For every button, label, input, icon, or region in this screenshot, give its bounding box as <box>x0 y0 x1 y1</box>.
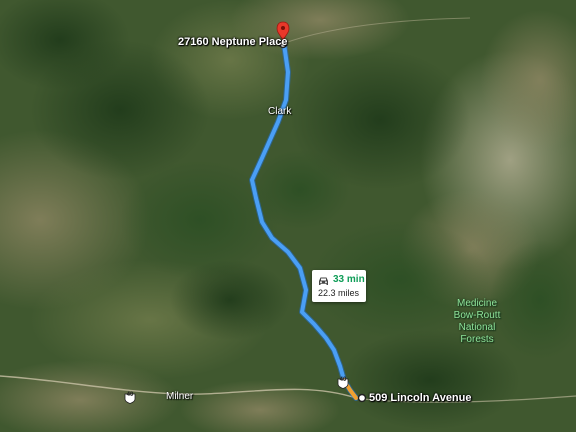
highway-shield-number: 40 <box>126 392 134 398</box>
forest-label: Medicine Bow-Routt National Forests <box>453 298 501 345</box>
route-duration: 33 min <box>333 274 365 285</box>
place-label-clark: Clark <box>268 106 292 117</box>
origin-label[interactable]: 27160 Neptune Place <box>178 36 287 48</box>
satellite-map[interactable]: 27160 Neptune Place Clark 33 min 22.3 mi… <box>0 0 576 432</box>
place-label-milner: Milner <box>166 391 194 402</box>
end-marker-icon <box>357 393 367 403</box>
destination-label[interactable]: 509 Lincoln Avenue <box>369 392 472 404</box>
highway-shield-number: 40 <box>339 377 347 383</box>
terrain-imagery <box>0 0 576 432</box>
route-distance: 22.3 miles <box>318 288 360 298</box>
highway-shield-icon: 40 <box>124 391 136 404</box>
route-info-box[interactable]: 33 min 22.3 miles <box>312 270 366 302</box>
highway-shield-icon: 40 <box>337 376 349 389</box>
car-icon <box>319 277 328 285</box>
